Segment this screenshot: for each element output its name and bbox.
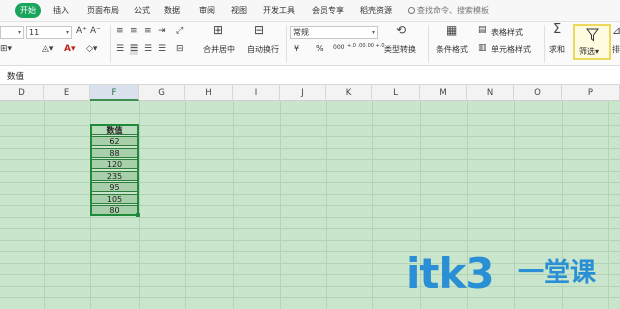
autosum-button[interactable]: 求和 (549, 44, 565, 55)
search-placeholder: 查找命令、搜索模板 (417, 6, 489, 15)
column-header-j[interactable]: J (280, 85, 326, 101)
increase-decimal-button[interactable]: +.0 .00 (347, 43, 366, 49)
filter-button[interactable]: 筛选▾ (573, 24, 611, 60)
align-center-icon[interactable]: ☰ (130, 44, 139, 55)
command-search[interactable]: 查找命令、搜索模板 (408, 5, 489, 16)
column-header-h[interactable]: H (185, 85, 233, 101)
table-cell[interactable]: 105 (91, 194, 138, 204)
grid-line (0, 240, 620, 241)
watermark-text: itk3 (406, 249, 495, 298)
tab-formulas[interactable]: 公式 (134, 5, 150, 16)
tab-docer[interactable]: 稻壳资源 (360, 5, 392, 16)
decrease-decimal-button[interactable]: .00 +.0 (366, 43, 385, 49)
filter-icon (586, 28, 599, 42)
search-icon (408, 7, 415, 14)
column-header-f[interactable]: F (90, 85, 139, 101)
indent-icon[interactable]: ⇥ (158, 26, 166, 37)
distribute-icon[interactable]: ⊟ (176, 44, 184, 55)
table-cell[interactable]: 95 (91, 182, 138, 192)
column-header-o[interactable]: O (514, 85, 562, 101)
ribbon-separator (286, 25, 287, 63)
sort-button[interactable]: 排序 (612, 44, 620, 55)
wrap-text-icon: ⊟ (254, 23, 265, 37)
table-style-button[interactable]: 表格样式 (491, 27, 523, 38)
conditional-format-icon: ▦ (446, 23, 458, 37)
grid-line (0, 228, 620, 229)
watermark-suffix: 一堂课 (518, 258, 597, 288)
table-cell[interactable]: 235 (91, 171, 138, 181)
percent-button[interactable]: % (316, 44, 324, 53)
table-cell[interactable]: 62 (91, 136, 138, 146)
column-headers: D E F G H I J K L M N O P (0, 85, 620, 101)
grid-line (0, 113, 620, 114)
column-header-d[interactable]: D (0, 85, 44, 101)
fill-color-icon[interactable]: ◬▾ (42, 44, 53, 55)
merge-center-button[interactable]: 合并居中 (203, 44, 235, 55)
sum-icon: Σ (553, 22, 562, 37)
align-right-icon[interactable]: ☰ (144, 44, 152, 55)
type-convert-button[interactable]: 类型转换 (384, 44, 416, 55)
currency-button[interactable]: ¥ (294, 44, 299, 53)
sort-icon: ⊿ (612, 24, 620, 37)
column-header-m[interactable]: M (420, 85, 467, 101)
watermark-logo: itk3 一堂课 (406, 249, 606, 305)
table-cell[interactable]: 88 (91, 148, 138, 158)
column-header-p[interactable]: P (562, 85, 620, 101)
table-cell[interactable]: 80 (91, 205, 138, 215)
align-left-icon[interactable]: ☰ (116, 44, 124, 55)
formula-bar[interactable]: 数值 (0, 66, 620, 85)
column-header-n[interactable]: N (467, 85, 514, 101)
menu-bar: 开始 插入 页面布局 公式 数据 审阅 视图 开发工具 会员专享 稻壳资源 查找… (0, 0, 620, 22)
ribbon: ▾ 11 ▾ A⁺ A⁻ ⊞▾ ◬▾ A▾ ◇▾ ≡ ≡ ≡ ⇥ ⤢ ☰ ☰ ☰ … (0, 22, 620, 66)
shrink-font-icon[interactable]: A⁻ (90, 26, 101, 37)
thousands-button[interactable]: 000 (333, 44, 344, 51)
convert-icon: ⟲ (396, 23, 407, 37)
font-size-value: 11 (29, 28, 40, 37)
ribbon-separator (544, 25, 545, 63)
column-header-e[interactable]: E (44, 85, 90, 101)
conditional-format-button[interactable]: 条件格式 (436, 44, 468, 55)
grow-font-icon[interactable]: A⁺ (76, 26, 87, 37)
tab-data[interactable]: 数据 (164, 5, 180, 16)
table-header-cell[interactable]: 数值 (91, 125, 138, 135)
fill-handle[interactable] (136, 213, 140, 217)
font-name-select[interactable]: ▾ (0, 26, 24, 39)
align-bottom-icon[interactable]: ≡ (144, 26, 152, 37)
font-size-select[interactable]: 11 ▾ (26, 26, 72, 39)
filter-label: 筛选▾ (579, 47, 600, 56)
table-style-icon: ▤ (478, 25, 487, 35)
tab-home[interactable]: 开始 (15, 3, 41, 18)
wrap-text-button[interactable]: 自动换行 (247, 44, 279, 55)
column-header-i[interactable]: I (233, 85, 280, 101)
table-cell[interactable]: 120 (91, 159, 138, 169)
ribbon-separator (110, 25, 111, 63)
tab-view[interactable]: 视图 (231, 5, 247, 16)
align-middle-icon[interactable]: ≡ (130, 26, 138, 37)
number-format-select[interactable]: 常规 ▾ (290, 26, 378, 39)
tab-member[interactable]: 会员专享 (312, 5, 344, 16)
tab-insert[interactable]: 插入 (53, 5, 69, 16)
clear-format-icon[interactable]: ◇▾ (86, 44, 97, 55)
grid-line (0, 217, 620, 218)
justify-icon[interactable]: ☰ (158, 44, 166, 55)
font-color-icon[interactable]: A▾ (64, 44, 75, 55)
border-icon[interactable]: ⊞▾ (0, 44, 12, 55)
cell-style-button[interactable]: 单元格样式 (491, 44, 531, 55)
tab-review[interactable]: 审阅 (199, 5, 215, 16)
align-top-icon[interactable]: ≡ (116, 26, 124, 37)
column-header-l[interactable]: L (372, 85, 420, 101)
tab-page-layout[interactable]: 页面布局 (87, 5, 119, 16)
ribbon-separator (428, 25, 429, 63)
merge-cells-icon: ⊞ (213, 23, 224, 37)
number-format-value: 常规 (293, 28, 309, 37)
orientation-icon[interactable]: ⤢ (176, 26, 183, 37)
formula-content: 数值 (7, 72, 25, 82)
tab-developer[interactable]: 开发工具 (263, 5, 295, 16)
column-header-k[interactable]: K (326, 85, 372, 101)
cell-style-icon: ▥ (478, 43, 487, 53)
column-header-g[interactable]: G (139, 85, 185, 101)
